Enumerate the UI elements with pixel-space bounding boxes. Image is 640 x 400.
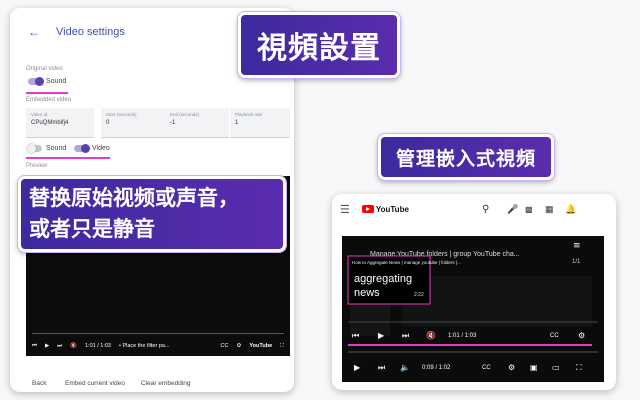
miniplayer-icon[interactable]: ▣ — [530, 363, 538, 372]
inner-big-text: aggregating — [354, 273, 412, 285]
create-video-icon[interactable]: ▩ — [525, 205, 533, 214]
outer-volume-icon[interactable]: 🔈 — [400, 363, 410, 372]
original-sound-toggle[interactable]: Sound — [28, 76, 67, 86]
toggle-switch-icon — [74, 143, 90, 153]
embed-mute-icon[interactable]: 🔇 — [426, 330, 436, 340]
embed-video-toggle[interactable]: Video — [74, 143, 110, 153]
mute-icon[interactable]: 🔇 — [70, 343, 77, 349]
preview-label: Preview — [26, 163, 48, 169]
settings-gear-icon[interactable]: ⚙ — [236, 343, 241, 349]
callout-text: 管理嵌入式視頻 — [395, 148, 536, 170]
player-controls: ⏮ ▶ ⏭ 🔇 1:01 / 1:03 • Place the filter p… — [26, 336, 290, 356]
toggle-switch-icon — [27, 143, 42, 153]
embed-sound-label: Sound — [46, 145, 67, 152]
menu-icon[interactable]: ☰ — [340, 203, 350, 216]
callout-line-2: 或者只是静音 — [29, 218, 155, 241]
embed-toggles-highlight — [26, 157, 110, 159]
inner-video-title: How to Aggregate News | manage youtube |… — [352, 260, 461, 265]
replace-callout: 替换原始视频或声音， 或者只是静音 — [18, 176, 286, 252]
clear-embedding-button[interactable]: Clear embedding — [141, 380, 191, 387]
settings-title: Video settings — [56, 26, 125, 38]
embed-captions-icon[interactable]: CC — [550, 333, 559, 339]
original-video-label: Original video — [26, 66, 63, 72]
prev-icon[interactable]: ⏮ — [32, 343, 37, 350]
field-label: Video id — [31, 112, 48, 117]
embed-current-video-button[interactable]: Embed current video — [65, 380, 125, 387]
video-id-field[interactable]: Video id CPuQMmbifj4 — [26, 108, 94, 138]
play-icon[interactable]: ▶ — [45, 343, 49, 349]
playlist-count: 1/1 — [572, 259, 581, 265]
callout-text: 視頻設置 — [257, 32, 381, 65]
youtube-logo[interactable]: YouTube — [361, 204, 409, 214]
outer-captions-icon[interactable]: CC — [482, 365, 491, 371]
embed-next-icon[interactable]: ⏭ — [402, 331, 409, 340]
field-value: 1 — [235, 120, 239, 126]
youtube-phone: ☰ YouTube ⚲ 🎤 ▩ ▦ 🔔 Manage YouTube folde… — [332, 194, 616, 390]
field-label: Playback rate — [235, 112, 263, 117]
start-field[interactable]: Start (seconds) 0 — [101, 108, 169, 138]
outer-next-icon[interactable]: ⏭ — [378, 363, 385, 372]
outer-play-icon[interactable]: ▶ — [354, 363, 361, 372]
field-value: 0 — [106, 120, 110, 126]
apps-grid-icon[interactable]: ▦ — [545, 204, 554, 215]
embed-play-icon[interactable]: ▶ — [378, 331, 385, 340]
progress-highlight — [348, 344, 592, 346]
youtube-play-icon — [361, 205, 374, 213]
field-label: Start (seconds) — [106, 112, 137, 117]
outer-time: 0:09 / 1:02 — [422, 365, 451, 371]
embed-time: 1:01 / 1:03 — [448, 333, 477, 339]
embed-video-label: Video — [92, 145, 110, 152]
inner-duration: 2:22 — [414, 292, 424, 298]
embedded-video-label: Embedded video — [26, 97, 72, 103]
video-settings-callout: 視頻設置 — [238, 12, 400, 78]
player-chapter: • Place the filter pa... — [119, 343, 170, 349]
end-field[interactable]: End (seconds) -1 — [165, 108, 229, 138]
notifications-bell-icon[interactable]: 🔔 — [565, 204, 576, 215]
field-label: End (seconds) — [170, 112, 200, 117]
youtube-logo-text: YouTube — [375, 204, 409, 214]
theater-mode-icon[interactable]: ▭ — [552, 363, 560, 372]
sound-highlight — [26, 92, 68, 94]
next-icon[interactable]: ⏭ — [57, 343, 62, 350]
outer-settings-icon[interactable]: ⚙ — [508, 363, 515, 372]
fullscreen-icon[interactable]: ⛶ — [575, 363, 582, 372]
manage-embedded-callout: 管理嵌入式視頻 — [378, 134, 554, 180]
field-value: -1 — [170, 120, 176, 126]
captions-icon[interactable]: CC — [221, 343, 229, 349]
callout-line-1: 替换原始视频或声音， — [29, 187, 239, 210]
embed-sound-toggle[interactable]: Sound — [27, 143, 67, 153]
inner-big-text-2: news — [354, 287, 380, 299]
search-icon[interactable]: ⚲ — [482, 204, 489, 215]
back-arrow-icon[interactable]: ← — [28, 25, 40, 39]
playlist-icon[interactable]: ≡ — [573, 241, 581, 251]
embed-prev-icon[interactable]: ⏮ — [352, 331, 359, 340]
embedded-video-player[interactable]: Manage YouTube folders | group YouTube c… — [342, 236, 604, 382]
playback-rate-field[interactable]: Playback rate 1 — [230, 108, 290, 138]
progress-bar[interactable] — [32, 333, 284, 334]
embed-settings-icon[interactable]: ⚙ — [578, 331, 585, 340]
field-value: CPuQMmbifj4 — [31, 120, 69, 126]
original-sound-label: Sound — [46, 78, 67, 85]
microphone-icon[interactable]: 🎤 — [507, 204, 518, 215]
fullscreen-icon[interactable]: ⛶ — [280, 343, 284, 350]
toggle-switch-icon — [28, 76, 44, 86]
back-button[interactable]: Back — [32, 380, 46, 387]
youtube-wordmark[interactable]: YouTube — [249, 343, 272, 349]
youtube-topbar: ☰ YouTube ⚲ 🎤 ▩ ▦ 🔔 — [332, 194, 616, 224]
player-time: 1:01 / 1:03 — [85, 343, 111, 349]
